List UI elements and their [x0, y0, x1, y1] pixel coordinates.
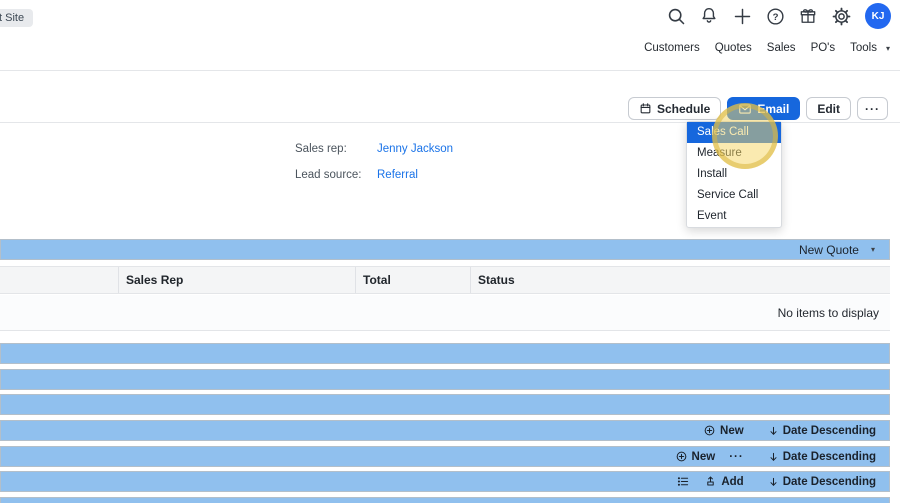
more-actions-button[interactable]: ··· [857, 97, 888, 120]
section-bar-with-add[interactable]: Add Date Descending [0, 471, 890, 492]
sort-date-descending-button[interactable]: Date Descending [768, 451, 876, 463]
upload-icon [707, 476, 715, 486]
column-sales-rep[interactable]: Sales Rep [118, 267, 355, 293]
quotes-section-bar[interactable]: New Quote ▾ [0, 239, 890, 260]
chevron-down-icon[interactable]: ▾ [886, 44, 890, 53]
ellipsis-icon[interactable]: ··· [729, 451, 744, 463]
edit-button[interactable]: Edit [806, 97, 851, 120]
column-blank [0, 267, 118, 293]
column-total[interactable]: Total [355, 267, 470, 293]
add-button[interactable]: Add [704, 475, 744, 488]
list-icon [678, 477, 689, 486]
search-icon[interactable] [664, 4, 688, 28]
field-sales-rep: Sales rep: Jenny Jackson [295, 143, 453, 155]
menu-item-event[interactable]: Event [687, 206, 781, 227]
quotes-empty-row: No items to display [0, 295, 890, 331]
site-badge: t Site [0, 9, 34, 27]
schedule-button[interactable]: Schedule [627, 97, 722, 120]
main-nav: Customers Quotes Sales PO's Tools ▾ [644, 42, 890, 54]
new-item-button[interactable]: New [675, 450, 715, 463]
header-divider [0, 70, 900, 71]
section-bar-with-new-more[interactable]: New ··· Date Descending [0, 446, 890, 467]
list-view-button[interactable] [676, 475, 690, 488]
sales-rep-link[interactable]: Jenny Jackson [377, 143, 453, 155]
calendar-icon [640, 104, 651, 114]
nav-tools[interactable]: Tools [850, 42, 877, 54]
nav-customers[interactable]: Customers [644, 42, 700, 54]
sort-date-descending-button[interactable]: Date Descending [768, 425, 876, 437]
section-controls: New ··· Date Descending [675, 450, 889, 463]
ellipsis-icon: ··· [865, 101, 880, 116]
chevron-down-icon[interactable]: ▾ [871, 245, 875, 254]
menu-item-service-call[interactable]: Service Call [687, 185, 781, 206]
section-controls: Add Date Descending [676, 475, 889, 488]
lead-source-label: Lead source: [295, 169, 362, 181]
svg-text:?: ? [772, 12, 778, 23]
nav-quotes[interactable]: Quotes [715, 42, 752, 54]
collapsed-section-bar-3[interactable] [0, 394, 890, 415]
quotes-table-header: Sales Rep Total Status [0, 266, 890, 294]
help-icon[interactable]: ? [763, 4, 787, 28]
empty-message: No items to display [777, 305, 879, 320]
click-highlight [712, 103, 778, 169]
lead-source-link[interactable]: Referral [377, 169, 418, 181]
notifications-bell-icon[interactable] [697, 4, 721, 28]
new-item-button[interactable]: New [703, 424, 744, 437]
collapsed-section-bar-1[interactable] [0, 343, 890, 364]
gift-icon[interactable] [796, 4, 820, 28]
add-plus-icon[interactable] [730, 4, 754, 28]
collapsed-section-bar-2[interactable] [0, 369, 890, 390]
sort-date-descending-button[interactable]: Date Descending [768, 476, 876, 488]
sales-rep-label: Sales rep: [295, 143, 347, 155]
utility-icon-row: ? KJ [664, 3, 891, 29]
new-quote-button[interactable]: New Quote ▾ [799, 243, 889, 257]
nav-sales[interactable]: Sales [767, 42, 796, 54]
section-bar-with-new[interactable]: New Date Descending [0, 420, 890, 441]
section-controls: New Date Descending [703, 424, 889, 437]
user-avatar[interactable]: KJ [865, 3, 891, 29]
collapsed-section-bar-4[interactable] [0, 497, 890, 503]
settings-gear-icon[interactable] [829, 4, 853, 28]
column-status[interactable]: Status [470, 267, 890, 293]
nav-pos[interactable]: PO's [811, 42, 836, 54]
field-lead-source: Lead source: Referral [295, 169, 418, 181]
app-window: t Site ? KJ Customers Quotes Sales PO's … [0, 0, 900, 503]
